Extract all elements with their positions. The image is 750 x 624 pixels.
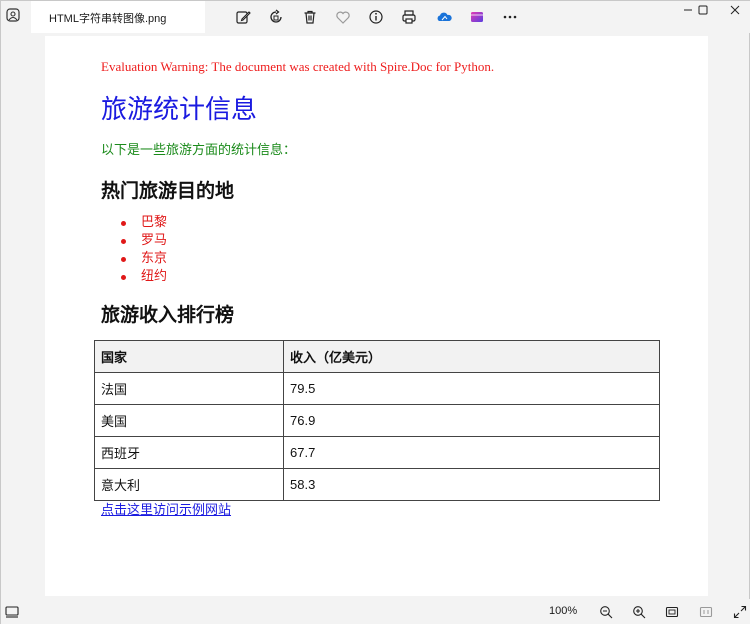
ranking-heading: 旅游收入排行榜 bbox=[101, 304, 235, 326]
maximize-icon bbox=[698, 5, 708, 15]
edit-button[interactable] bbox=[232, 6, 254, 28]
close-button[interactable] bbox=[719, 1, 750, 19]
full-screen-icon bbox=[733, 605, 747, 619]
evaluation-warning: Evaluation Warning: The document was cre… bbox=[101, 59, 495, 74]
file-tab[interactable]: HTML字符串转图像.png bbox=[31, 1, 205, 33]
print-button[interactable] bbox=[398, 6, 420, 28]
intro-text: 以下是一些旅游方面的统计信息： bbox=[101, 143, 297, 158]
info-button[interactable] bbox=[365, 6, 387, 28]
revenue-cell: 67.7 bbox=[283, 436, 660, 469]
print-icon bbox=[402, 10, 416, 24]
table-row: 法国 79.5 bbox=[94, 372, 660, 405]
actual-size-icon bbox=[699, 606, 713, 618]
list-item: 东京 bbox=[121, 250, 167, 268]
photos-app-window: HTML字符串转图像.png Evaluation Warning: The d… bbox=[0, 0, 750, 624]
table-row: 意大利 58.3 bbox=[94, 468, 660, 501]
list-item: 纽约 bbox=[121, 268, 167, 286]
zoom-in-icon bbox=[633, 606, 646, 619]
fit-to-window-button[interactable] bbox=[663, 603, 681, 621]
onedrive-icon bbox=[437, 12, 452, 21]
info-icon bbox=[369, 10, 383, 24]
file-name: HTML字符串转图像.png bbox=[49, 13, 167, 25]
actual-size-button[interactable] bbox=[697, 603, 715, 621]
clipchamp-button[interactable] bbox=[466, 6, 488, 28]
image-canvas: Evaluation Warning: The document was cre… bbox=[45, 36, 708, 596]
column-header-revenue: 收入（亿美元） bbox=[283, 340, 660, 373]
onedrive-button[interactable] bbox=[433, 6, 455, 28]
favorite-button[interactable] bbox=[332, 6, 354, 28]
title-bar: HTML字符串转图像.png bbox=[1, 1, 750, 33]
rotate-button[interactable] bbox=[265, 6, 287, 28]
favorite-icon bbox=[336, 11, 350, 24]
country-cell: 西班牙 bbox=[94, 436, 284, 469]
delete-button[interactable] bbox=[299, 6, 321, 28]
more-options-button[interactable] bbox=[499, 6, 521, 28]
table-row: 西班牙 67.7 bbox=[94, 436, 660, 469]
filmstrip-icon bbox=[5, 606, 19, 618]
photos-app-icon bbox=[5, 7, 21, 23]
more-icon bbox=[503, 15, 517, 19]
edit-icon bbox=[236, 11, 251, 24]
country-cell: 法国 bbox=[94, 372, 284, 405]
bullet-icon bbox=[121, 239, 126, 244]
bullet-icon bbox=[121, 257, 126, 262]
delete-icon bbox=[304, 10, 316, 24]
close-icon bbox=[730, 5, 740, 15]
revenue-cell: 79.5 bbox=[283, 372, 660, 405]
full-screen-button[interactable] bbox=[732, 603, 748, 621]
zoom-in-button[interactable] bbox=[630, 603, 648, 621]
zoom-out-button[interactable] bbox=[597, 603, 615, 621]
list-item: 巴黎 bbox=[121, 214, 167, 232]
country-cell: 意大利 bbox=[94, 468, 284, 501]
filmstrip-toggle-button[interactable] bbox=[3, 603, 21, 621]
destinations-heading: 热门旅游目的地 bbox=[101, 180, 235, 202]
fit-window-icon bbox=[665, 606, 679, 618]
status-bar: 100% bbox=[1, 599, 750, 624]
zoom-out-icon bbox=[600, 606, 613, 619]
list-item: 罗马 bbox=[121, 232, 167, 250]
bullet-icon bbox=[121, 275, 126, 280]
revenue-table: 国家 收入（亿美元） 法国 79.5 美国 76.9 西班牙 67.7 意大利 … bbox=[94, 340, 660, 501]
zoom-level[interactable]: 100% bbox=[549, 605, 577, 617]
rotate-icon bbox=[270, 9, 282, 23]
revenue-cell: 76.9 bbox=[283, 404, 660, 437]
table-row: 美国 76.9 bbox=[94, 404, 660, 437]
example-site-link: 点击这里访问示例网站 bbox=[101, 503, 232, 518]
column-header-country: 国家 bbox=[94, 340, 284, 373]
bullet-icon bbox=[121, 221, 126, 226]
page-title: 旅游统计信息 bbox=[101, 95, 258, 125]
revenue-cell: 58.3 bbox=[283, 468, 660, 501]
table-header-row: 国家 收入（亿美元） bbox=[94, 340, 660, 373]
country-cell: 美国 bbox=[94, 404, 284, 437]
destinations-list: 巴黎 罗马 东京 纽约 bbox=[121, 214, 167, 286]
maximize-button[interactable] bbox=[687, 1, 719, 19]
clipchamp-icon bbox=[471, 12, 483, 22]
